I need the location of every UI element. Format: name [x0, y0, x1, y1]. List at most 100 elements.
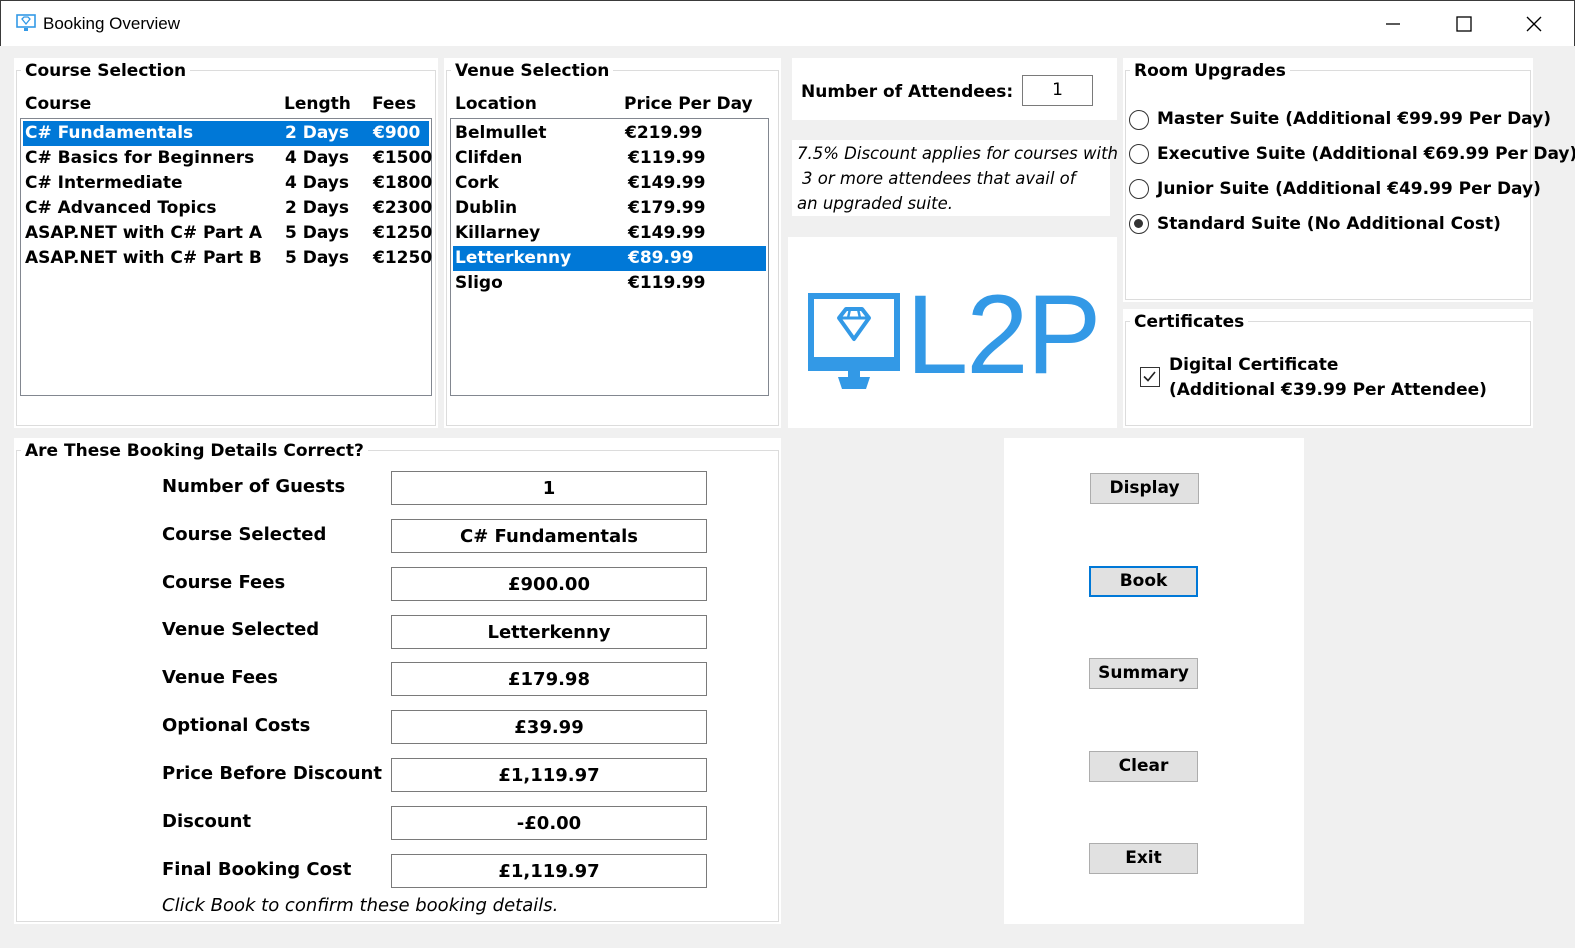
- close-button[interactable]: [1499, 1, 1569, 47]
- maximize-button[interactable]: [1429, 1, 1499, 47]
- venue-row[interactable]: Letterkenny €89.99: [453, 246, 766, 271]
- course-fees: €1250: [373, 248, 433, 268]
- maximize-icon: [1456, 16, 1472, 32]
- course-length: 4 Days: [285, 173, 350, 193]
- book-button[interactable]: Book: [1089, 566, 1198, 597]
- course-row[interactable]: ASAP.NET with C# Part B 5 Days €1250: [23, 246, 433, 271]
- discount-note-line2: 3 or more attendees that avail of: [802, 169, 1076, 188]
- standard-suite-label[interactable]: Standard Suite (No Additional Cost): [1157, 214, 1501, 234]
- course-fees: €900: [373, 123, 421, 143]
- venue-location: Sligo: [455, 273, 503, 293]
- course-selected-value: C# Fundamentals: [391, 519, 707, 553]
- venue-row[interactable]: Cork €149.99: [453, 171, 766, 196]
- course-length: 2 Days: [285, 198, 350, 218]
- venue-location: Dublin: [455, 198, 518, 218]
- course-length: 5 Days: [285, 248, 350, 268]
- price-before-discount-value: £1,119.97: [391, 758, 707, 792]
- room-upgrades-title: Room Upgrades: [1130, 61, 1290, 81]
- course-fees: €1250: [373, 223, 433, 243]
- course-name: ASAP.NET with C# Part B: [25, 248, 262, 268]
- optional-costs-value: £39.99: [391, 710, 707, 744]
- venue-selected-value: Letterkenny: [391, 615, 707, 649]
- app-icon: [16, 14, 36, 31]
- price-before-discount-label: Price Before Discount: [162, 763, 382, 784]
- digital-certificate-checkbox[interactable]: [1140, 367, 1160, 387]
- guests-value: 1: [391, 471, 707, 505]
- certificates-panel: Certificates Digital Certificate (Additi…: [1123, 309, 1533, 428]
- master-suite-radio[interactable]: [1129, 110, 1149, 130]
- course-fees-value: £900.00: [391, 567, 707, 601]
- venue-list[interactable]: Belmullet €219.99 Clifden €119.99 Cork €…: [450, 118, 769, 396]
- course-name: C# Basics for Beginners: [25, 148, 255, 168]
- discount-note: 7.5% Discount applies for courses with 3…: [792, 140, 1118, 216]
- price-header[interactable]: Price Per Day: [624, 94, 753, 114]
- window-title: Booking Overview: [43, 14, 181, 33]
- venue-price: €149.99: [628, 173, 706, 193]
- digital-certificate-label[interactable]: Digital Certificate: [1169, 355, 1338, 375]
- location-header[interactable]: Location: [455, 94, 537, 114]
- course-selection-panel: Course Selection Course Length Fees C# F…: [14, 58, 438, 428]
- course-list[interactable]: C# Fundamentals 2 Days €900 C# Basics fo…: [20, 118, 432, 396]
- course-row[interactable]: C# Intermediate 4 Days €1800: [23, 171, 433, 196]
- discount-note-line3: an upgraded suite.: [797, 194, 953, 213]
- venue-row[interactable]: Dublin €179.99: [453, 196, 766, 221]
- executive-suite-label[interactable]: Executive Suite (Additional €69.99 Per D…: [1157, 144, 1575, 164]
- course-row[interactable]: C# Basics for Beginners 4 Days €1500: [23, 146, 433, 171]
- attendees-label: Number of Attendees:: [801, 82, 1014, 102]
- clear-button[interactable]: Clear: [1089, 751, 1198, 782]
- junior-suite-label[interactable]: Junior Suite (Additional €49.99 Per Day): [1157, 179, 1541, 199]
- course-name: C# Advanced Topics: [25, 198, 217, 218]
- close-icon: [1526, 16, 1542, 32]
- exit-button[interactable]: Exit: [1089, 843, 1198, 874]
- venue-selection-panel: Venue Selection Location Price Per Day B…: [444, 58, 781, 428]
- master-suite-label[interactable]: Master Suite (Additional €99.99 Per Day): [1157, 109, 1551, 129]
- venue-location: Clifden: [455, 148, 523, 168]
- course-length: 4 Days: [285, 148, 350, 168]
- course-row[interactable]: ASAP.NET with C# Part A 5 Days €1250: [23, 221, 433, 246]
- venue-price: €219.99: [625, 123, 703, 143]
- venue-selected-label: Venue Selected: [162, 619, 320, 640]
- venue-row[interactable]: Belmullet €219.99: [453, 121, 766, 146]
- summary-button[interactable]: Summary: [1089, 658, 1198, 689]
- venue-location: Letterkenny: [455, 248, 572, 268]
- booking-details-title: Are These Booking Details Correct?: [21, 441, 368, 461]
- monitor-diamond-icon: [808, 293, 900, 389]
- venue-price: €149.99: [628, 223, 706, 243]
- junior-suite-radio[interactable]: [1129, 179, 1149, 199]
- fees-header[interactable]: Fees: [372, 94, 416, 114]
- venue-location: Belmullet: [455, 123, 547, 143]
- course-fees: €2300: [373, 198, 433, 218]
- venue-price: €179.99: [628, 198, 706, 218]
- venue-row[interactable]: Sligo €119.99: [453, 271, 766, 296]
- venue-price: €119.99: [628, 148, 706, 168]
- course-row[interactable]: C# Fundamentals 2 Days €900: [23, 121, 429, 146]
- checkmark-icon: [1143, 371, 1156, 382]
- venue-selection-title: Venue Selection: [451, 61, 614, 81]
- standard-suite-radio[interactable]: [1129, 214, 1149, 234]
- course-name: C# Fundamentals: [25, 123, 194, 143]
- course-name: C# Intermediate: [25, 173, 183, 193]
- course-name: ASAP.NET with C# Part A: [25, 223, 263, 243]
- logo-text: L2P: [906, 272, 1101, 397]
- minimize-icon: [1386, 23, 1400, 25]
- executive-suite-radio[interactable]: [1129, 144, 1149, 164]
- minimize-button[interactable]: [1358, 1, 1428, 47]
- course-row[interactable]: C# Advanced Topics 2 Days €2300: [23, 196, 433, 221]
- room-upgrades-panel: Room Upgrades Master Suite (Additional €…: [1123, 58, 1575, 302]
- optional-costs-label: Optional Costs: [162, 715, 311, 736]
- venue-row[interactable]: Clifden €119.99: [453, 146, 766, 171]
- guests-label: Number of Guests: [162, 476, 346, 497]
- final-booking-cost-value: £1,119.97: [391, 854, 707, 888]
- venue-row[interactable]: Killarney €149.99: [453, 221, 766, 246]
- display-button[interactable]: Display: [1090, 473, 1199, 504]
- digital-certificate-sublabel[interactable]: (Additional €39.99 Per Attendee): [1169, 380, 1487, 400]
- course-selected-label: Course Selected: [162, 524, 327, 545]
- discount-value: -£0.00: [391, 806, 707, 840]
- course-fees: €1800: [373, 173, 433, 193]
- final-booking-cost-label: Final Booking Cost: [162, 859, 352, 880]
- course-fees: €1500: [373, 148, 433, 168]
- attendees-input[interactable]: 1: [1022, 75, 1093, 106]
- length-header[interactable]: Length: [284, 94, 351, 114]
- venue-fees-label: Venue Fees: [162, 667, 278, 688]
- course-header[interactable]: Course: [25, 94, 91, 114]
